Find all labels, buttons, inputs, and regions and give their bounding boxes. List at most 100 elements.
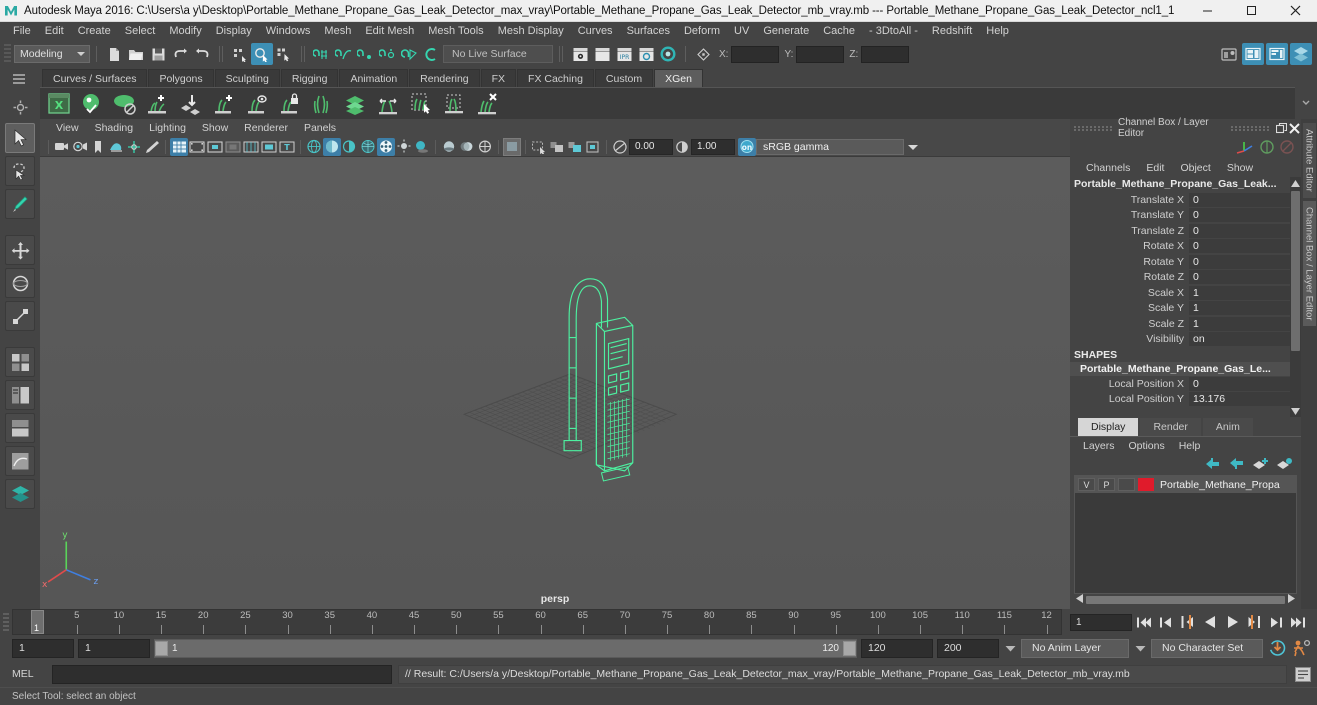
layer-hscroll-thumb[interactable] (1086, 596, 1285, 604)
channel-row-scale-y[interactable]: Scale Y 1 (1070, 301, 1301, 317)
xgen-window-icon[interactable]: X (44, 90, 74, 118)
rotate-tool[interactable] (5, 268, 35, 298)
select-by-component-icon[interactable] (273, 43, 295, 65)
coord-z-field[interactable] (861, 45, 910, 63)
texture-icon[interactable] (377, 137, 395, 156)
color-management-selector[interactable]: sRGB gamma (756, 138, 904, 155)
xgen-part-icon[interactable] (308, 90, 338, 118)
hypershade-icon[interactable] (657, 43, 679, 65)
menu-redshift[interactable]: Redshift (925, 22, 979, 41)
panel-drag-handle-right[interactable] (1231, 124, 1272, 132)
lasso-select-tool[interactable] (5, 156, 35, 186)
safe-action-icon[interactable] (260, 138, 278, 156)
xgen-select-region-icon[interactable] (407, 90, 437, 118)
layer-list[interactable]: V P Portable_Methane_Propa (1074, 475, 1297, 594)
snap-to-projected-center-icon[interactable] (377, 43, 399, 65)
channel-row-local-position-x[interactable]: Local Position X 0 (1070, 376, 1301, 392)
channel-row-translate-z[interactable]: Translate Z 0 (1070, 223, 1301, 239)
two-d-pan-zoom-icon[interactable] (125, 138, 143, 156)
wireframe-on-shaded-icon[interactable] (359, 138, 377, 156)
step-back-keyframe-icon[interactable] (1156, 612, 1176, 632)
contrast-icon[interactable] (673, 138, 691, 156)
xgen-cut-icon[interactable] (440, 90, 470, 118)
range-start-time-field[interactable]: 1 (78, 638, 150, 658)
menu-file[interactable]: File (6, 22, 38, 41)
channel-value[interactable]: 1 (1189, 301, 1301, 316)
menu-uv[interactable]: UV (727, 22, 756, 41)
viewport-menu-view[interactable]: View (48, 119, 87, 137)
layer-list-hscrollbar[interactable] (1074, 594, 1297, 606)
vertical-tab-channel-box[interactable]: Channel Box / Layer Editor (1302, 200, 1316, 327)
scroll-up-icon[interactable] (1290, 177, 1301, 189)
snap-to-view-plane-icon[interactable] (399, 43, 421, 65)
anim-end-time-field[interactable]: 200 (937, 638, 999, 658)
channel-box-menu-channels[interactable]: Channels (1078, 159, 1138, 177)
range-slider-left-handle[interactable] (155, 640, 168, 656)
menu-edit-mesh[interactable]: Edit Mesh (358, 22, 421, 41)
minimize-button[interactable] (1185, 0, 1229, 22)
play-backwards-icon[interactable] (1200, 612, 1220, 632)
menu-generate[interactable]: Generate (756, 22, 816, 41)
field-chart-icon[interactable] (242, 138, 260, 156)
menu-create[interactable]: Create (71, 22, 118, 41)
xgen-noise-icon[interactable] (242, 90, 272, 118)
use-all-lights-icon[interactable] (395, 138, 413, 156)
menu-mesh[interactable]: Mesh (317, 22, 358, 41)
color-management-toggle-icon[interactable]: on (738, 137, 756, 156)
channel-box-menu-show[interactable]: Show (1219, 159, 1261, 177)
channel-box-toggle-icon[interactable] (1266, 43, 1288, 65)
channel-box-list[interactable]: Portable_Methane_Propane_Gas_Leak... Tra… (1070, 177, 1301, 417)
smooth-shade-all-icon[interactable] (323, 137, 341, 156)
menu-deform[interactable]: Deform (677, 22, 727, 41)
viewport-3d[interactable]: y z x persp (40, 157, 1070, 609)
select-by-hierarchy-icon[interactable] (229, 43, 251, 65)
menu-curves[interactable]: Curves (571, 22, 620, 41)
channel-row-scale-z[interactable]: Scale Z 1 (1070, 316, 1301, 332)
create-layer-from-selected-icon[interactable] (1276, 457, 1293, 473)
anim-layer-selector[interactable]: No Anim Layer (1021, 638, 1129, 658)
shadows-icon[interactable] (413, 138, 431, 156)
step-forward-keyframe-icon[interactable] (1266, 612, 1286, 632)
shelf-tab-fx-caching[interactable]: FX Caching (517, 69, 594, 87)
layout-quad-icon[interactable] (5, 347, 35, 377)
range-slider-right-handle[interactable] (843, 640, 856, 656)
xgen-geometry-icon[interactable] (110, 90, 140, 118)
channel-value[interactable]: 0 (1189, 192, 1301, 207)
shelf-tab-xgen[interactable]: XGen (654, 69, 703, 87)
xgen-layers-icon[interactable] (341, 90, 371, 118)
live-surface-field[interactable]: No Live Surface (443, 45, 553, 63)
menu-display[interactable]: Display (209, 22, 259, 41)
xgen-preview-icon[interactable] (77, 90, 107, 118)
xgen-width-icon[interactable] (374, 90, 404, 118)
step-back-frame-icon[interactable] (1178, 612, 1198, 632)
channel-value[interactable]: on (1189, 332, 1301, 347)
menu-edit[interactable]: Edit (38, 22, 71, 41)
menu-select[interactable]: Select (118, 22, 163, 41)
film-gate-icon[interactable] (188, 138, 206, 156)
attribute-editor-toggle-icon[interactable] (1290, 43, 1312, 65)
shelf-tab-curves-surfaces[interactable]: Curves / Surfaces (42, 69, 148, 87)
save-scene-icon[interactable] (147, 43, 169, 65)
scale-tool[interactable] (5, 301, 35, 331)
command-line-input[interactable] (52, 664, 392, 684)
channel-box-scrollbar[interactable] (1290, 177, 1301, 417)
time-slider-grip[interactable] (0, 609, 12, 635)
render-current-frame-icon[interactable] (569, 43, 591, 65)
menu-help[interactable]: Help (979, 22, 1016, 41)
open-scene-icon[interactable] (125, 43, 147, 65)
gate-mask-icon[interactable] (224, 138, 242, 156)
axis-gizmo-icon[interactable] (1235, 139, 1255, 158)
xgen-move-icon[interactable] (176, 90, 206, 118)
viewport-menu-show[interactable]: Show (194, 119, 236, 137)
channel-value[interactable]: 0 (1189, 376, 1301, 391)
channel-value[interactable]: 1 (1189, 285, 1301, 300)
channel-value[interactable]: 0 (1189, 223, 1301, 238)
paint-select-tool[interactable] (5, 189, 35, 219)
color-management-chevron-down-icon[interactable] (904, 139, 922, 155)
character-set-selector[interactable]: No Character Set (1151, 638, 1263, 658)
disabled-manipulator-icon[interactable] (1279, 139, 1295, 158)
layout-outliner-persp-icon[interactable] (5, 413, 35, 443)
snap-to-curve-icon[interactable] (333, 43, 355, 65)
channel-value[interactable]: 0 (1189, 208, 1301, 223)
redo-icon[interactable] (191, 43, 213, 65)
